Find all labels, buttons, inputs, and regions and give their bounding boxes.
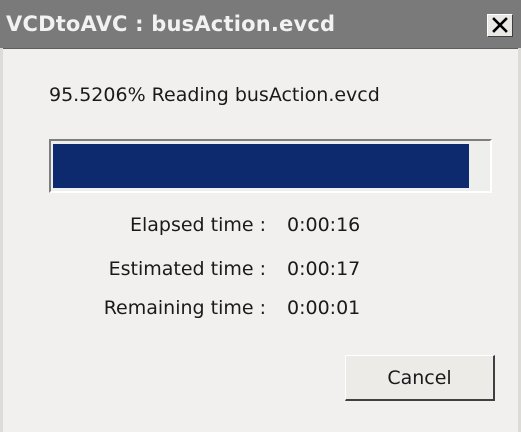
elapsed-time-row: Elapsed time : 0:00:16 (0, 214, 521, 240)
close-button[interactable] (487, 14, 513, 37)
progress-status-text: 95.5206% Reading busAction.evcd (49, 84, 380, 106)
elapsed-time-value: 0:00:16 (287, 214, 361, 236)
progress-dialog: VCDtoAVC : busAction.evcd 95.5206% Readi… (0, 0, 521, 432)
title-bar[interactable]: VCDtoAVC : busAction.evcd (0, 0, 521, 49)
estimated-time-value: 0:00:17 (287, 258, 361, 280)
progress-bar (49, 139, 492, 193)
remaining-time-label: Remaining time : (103, 297, 266, 319)
close-icon (488, 15, 512, 36)
window-title: VCDtoAVC : busAction.evcd (6, 12, 336, 36)
remaining-time-value: 0:00:01 (287, 297, 361, 319)
window-left-border (0, 48, 3, 432)
elapsed-time-label: Elapsed time : (129, 214, 266, 236)
progress-bar-fill (53, 144, 469, 188)
estimated-time-label: Estimated time : (108, 258, 266, 280)
remaining-time-row: Remaining time : 0:00:01 (0, 297, 521, 323)
cancel-button[interactable]: Cancel (345, 355, 495, 401)
estimated-time-row: Estimated time : 0:00:17 (0, 258, 521, 284)
